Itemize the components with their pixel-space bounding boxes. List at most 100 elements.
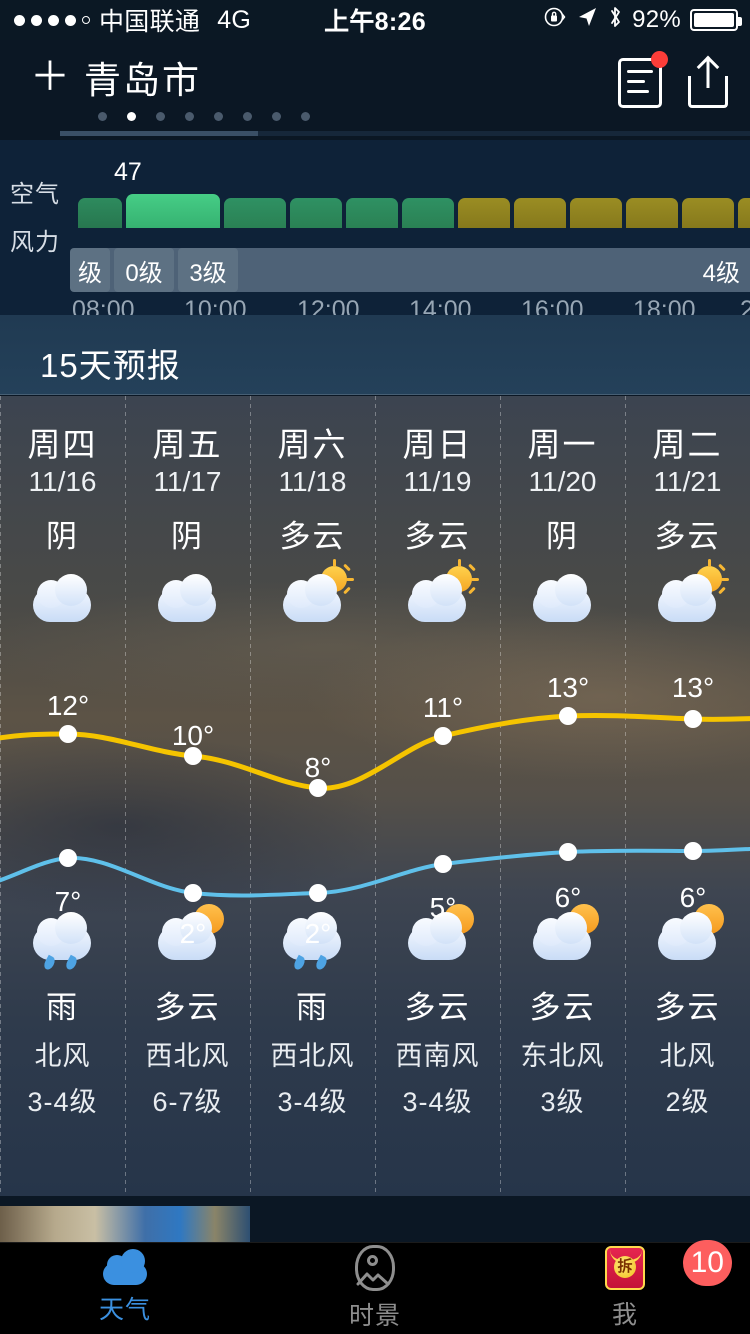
page-title: 青岛市 bbox=[84, 60, 201, 101]
partly-cloudy-night-icon bbox=[625, 904, 750, 974]
fifteen-day-forecast[interactable]: 周四 11/16 阴 雨 北风 3-4级 周五 11/17 阴 多云 西北风 6… bbox=[0, 396, 750, 1196]
share-icon[interactable] bbox=[688, 55, 728, 108]
red-envelope-icon: 拆 bbox=[605, 1245, 645, 1290]
high-temp-label-2: 8° bbox=[304, 752, 332, 783]
wind-chip-1: 0级 bbox=[114, 248, 174, 292]
wind-level: 6-7级 bbox=[152, 1087, 223, 1117]
tab-weather-label: 天气 bbox=[98, 1295, 151, 1324]
wind-level: 3-4级 bbox=[402, 1087, 473, 1117]
tab-me-label: 我 bbox=[611, 1300, 638, 1329]
battery-percent: 92% bbox=[632, 6, 681, 33]
day-date: 11/21 bbox=[653, 466, 722, 497]
forecast-day-0[interactable]: 周四 11/16 阴 雨 北风 3-4级 bbox=[0, 396, 125, 1196]
tab-livescene[interactable]: 时景 bbox=[250, 1242, 500, 1334]
partly-cloudy-night-icon bbox=[500, 904, 625, 974]
forecast-day-3[interactable]: 周日 11/19 多云 多云 西南风 3-4级 bbox=[375, 396, 500, 1196]
wind-direction: 西北风 bbox=[145, 1041, 230, 1071]
carrier-name: 中国联通 bbox=[99, 8, 201, 36]
air-quality-value: 47 bbox=[114, 158, 142, 186]
network-type: 4G bbox=[217, 5, 252, 34]
weather-app-screen: 中国联通 4G 上午8:26 92% ＋ 青岛市 空气 47 风力 级 0级 3… bbox=[0, 0, 750, 1334]
day-condition: 阴 bbox=[546, 519, 579, 554]
location-arrow-icon bbox=[576, 6, 598, 35]
forecast-day-4[interactable]: 周一 11/20 阴 多云 东北风 3级 bbox=[500, 396, 625, 1196]
status-bar-left: 中国联通 4G bbox=[0, 2, 251, 38]
tab-me-badge: 10 bbox=[682, 1240, 732, 1286]
day-weekday: 周日 bbox=[402, 426, 473, 463]
day-condition: 多云 bbox=[654, 519, 721, 554]
forecast-day-1[interactable]: 周五 11/17 阴 多云 西北风 6-7级 bbox=[125, 396, 250, 1196]
photo-icon bbox=[355, 1244, 395, 1291]
day-weekday: 周四 bbox=[27, 426, 98, 463]
high-temp-label-0: 12° bbox=[46, 690, 90, 721]
air-quality-bars bbox=[78, 194, 750, 228]
wind-label: 风力 bbox=[10, 229, 60, 256]
high-temp-label-4: 13° bbox=[546, 672, 590, 703]
partly-cloudy-day-icon bbox=[375, 559, 500, 636]
page-indicator-dots[interactable] bbox=[98, 112, 310, 121]
wind-level: 3级 bbox=[540, 1087, 585, 1117]
header-actions bbox=[618, 51, 728, 108]
bluetooth-icon bbox=[607, 5, 623, 36]
wind-direction: 西北风 bbox=[270, 1041, 355, 1071]
low-temp-label-1: 2° bbox=[179, 918, 207, 949]
status-bar: 中国联通 4G 上午8:26 92% bbox=[0, 0, 750, 40]
day-weekday: 周二 bbox=[652, 426, 723, 463]
day-date: 11/20 bbox=[528, 466, 597, 497]
wind-level: 3-4级 bbox=[277, 1087, 348, 1117]
wind-direction: 东北风 bbox=[520, 1041, 605, 1071]
high-temp-label-3: 11° bbox=[422, 692, 464, 723]
wind-level-right: 4级 bbox=[702, 259, 740, 287]
partly-cloudy-day-icon bbox=[250, 559, 375, 636]
night-condition: 多云 bbox=[529, 990, 596, 1025]
battery-icon bbox=[690, 9, 742, 31]
bottom-tab-bar: 天气 时景 拆 10 我 bbox=[0, 1240, 750, 1334]
day-date: 11/17 bbox=[153, 466, 222, 497]
wind-chip-0: 级 bbox=[70, 248, 110, 292]
night-condition: 多云 bbox=[404, 990, 471, 1025]
cloudy-icon bbox=[0, 566, 125, 636]
wind-track bbox=[75, 248, 750, 292]
day-date: 11/16 bbox=[28, 466, 97, 497]
partly-cloudy-day-icon bbox=[625, 559, 750, 636]
list-icon[interactable] bbox=[618, 51, 668, 108]
cloudy-icon bbox=[500, 566, 625, 636]
night-condition: 多云 bbox=[654, 990, 721, 1025]
day-weekday: 周六 bbox=[277, 426, 348, 463]
tab-livescene-label: 时景 bbox=[348, 1301, 401, 1330]
tab-me[interactable]: 拆 10 我 bbox=[500, 1240, 750, 1334]
tab-weather[interactable]: 天气 bbox=[0, 1242, 250, 1334]
plus-icon[interactable]: ＋ bbox=[30, 57, 70, 97]
forecast-day-5[interactable]: 周二 11/21 多云 多云 北风 2级 bbox=[625, 396, 750, 1196]
night-condition: 多云 bbox=[154, 990, 221, 1025]
wind-direction: 北风 bbox=[34, 1041, 91, 1071]
lock-rotation-icon bbox=[543, 5, 567, 36]
low-temp-label-2: 2° bbox=[304, 918, 332, 949]
low-temp-label-3: 5° bbox=[429, 892, 457, 923]
low-temp-label-4: 6° bbox=[554, 882, 582, 913]
day-condition: 多云 bbox=[404, 519, 471, 554]
air-quality-label: 空气 bbox=[10, 181, 60, 208]
wind-level: 3-4级 bbox=[27, 1087, 98, 1117]
wind-direction: 西南风 bbox=[395, 1041, 480, 1071]
hourly-air-wind-strip[interactable]: 空气 47 风力 级 0级 3级 4级 08:00 10:00 12:00 14… bbox=[0, 140, 750, 324]
forecast-section-title: 15天预报 bbox=[40, 347, 181, 384]
horizontal-scrollbar[interactable] bbox=[60, 131, 750, 136]
day-date: 11/18 bbox=[278, 466, 347, 497]
high-temp-label-1: 10° bbox=[171, 720, 215, 751]
forecast-section-header: 15天预报 bbox=[0, 315, 750, 395]
day-weekday: 周一 bbox=[527, 426, 598, 463]
forecast-day-2[interactable]: 周六 11/18 多云 雨 西北风 3-4级 bbox=[250, 396, 375, 1196]
day-condition: 多云 bbox=[279, 519, 346, 554]
day-date: 11/19 bbox=[403, 466, 472, 497]
low-temp-label-0: 7° bbox=[54, 886, 82, 917]
wind-chip-2: 3级 bbox=[178, 248, 238, 292]
low-temp-label-5: 6° bbox=[679, 882, 707, 913]
notification-dot bbox=[651, 51, 668, 68]
wind-level: 2级 bbox=[665, 1087, 710, 1117]
live-photo-strip[interactable] bbox=[0, 1206, 250, 1242]
day-condition: 阴 bbox=[171, 519, 204, 554]
status-bar-right: 92% bbox=[543, 5, 742, 36]
signal-dots-icon bbox=[14, 14, 90, 26]
cloud-icon bbox=[101, 1248, 149, 1285]
